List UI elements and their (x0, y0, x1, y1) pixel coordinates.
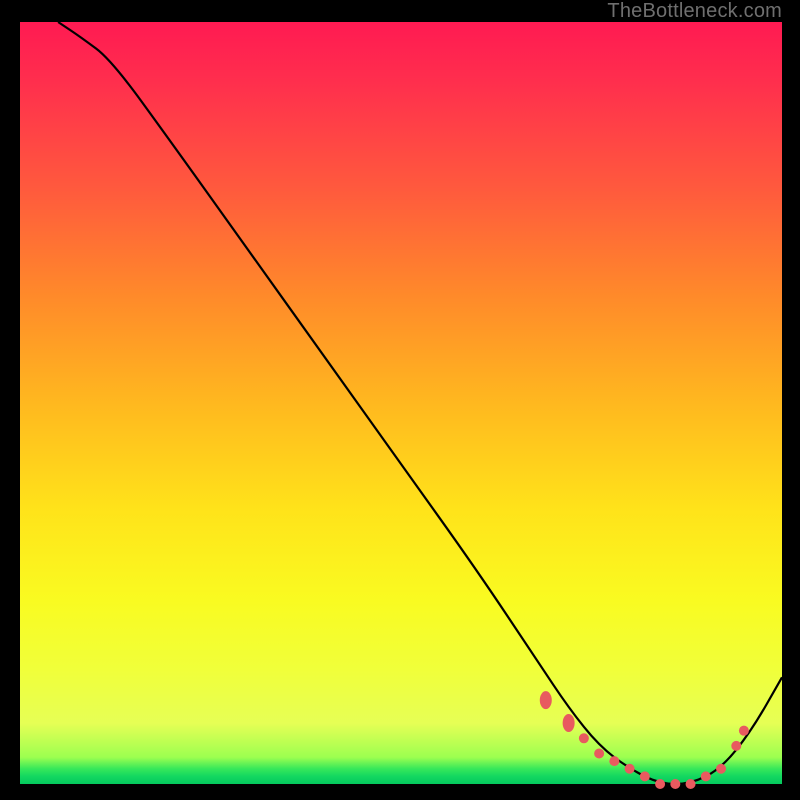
trough-marker (701, 771, 711, 781)
trough-marker (625, 764, 635, 774)
bottleneck-curve-line (58, 22, 782, 784)
trough-marker (579, 733, 589, 743)
trough-marker (655, 779, 665, 789)
chart-frame: TheBottleneck.com (0, 0, 800, 800)
trough-marker (716, 764, 726, 774)
trough-marker (686, 779, 696, 789)
trough-marker (739, 726, 749, 736)
trough-marker (540, 691, 552, 709)
watermark-text: TheBottleneck.com (607, 0, 782, 23)
curve-layer (20, 22, 782, 784)
plot-area (20, 22, 782, 784)
trough-marker (609, 756, 619, 766)
trough-marker (731, 741, 741, 751)
trough-markers (540, 691, 749, 789)
trough-marker (640, 771, 650, 781)
trough-marker (563, 714, 575, 732)
trough-marker (594, 749, 604, 759)
trough-marker (670, 779, 680, 789)
